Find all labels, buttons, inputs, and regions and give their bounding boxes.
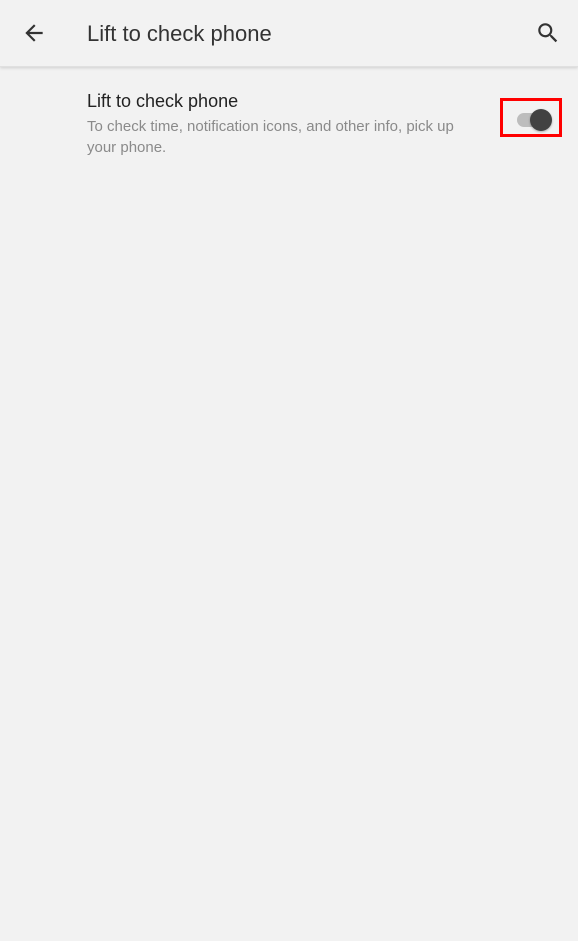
setting-title: Lift to check phone — [87, 91, 239, 111]
settings-screen: Lift to check phone Lift to check phone … — [0, 0, 578, 941]
highlight-box — [500, 98, 562, 137]
lift-to-check-setting-row[interactable]: Lift to check phone To check time, notif… — [0, 84, 578, 164]
search-icon — [538, 23, 558, 43]
page-title: Lift to check phone — [87, 21, 272, 46]
back-button[interactable] — [12, 11, 56, 55]
search-button[interactable] — [526, 11, 570, 55]
arrow-left-icon — [25, 24, 43, 42]
toggle-switch[interactable] — [530, 109, 552, 131]
setting-summary: To check time, notification icons, and o… — [87, 118, 454, 156]
app-bar: Lift to check phone — [0, 0, 578, 67]
